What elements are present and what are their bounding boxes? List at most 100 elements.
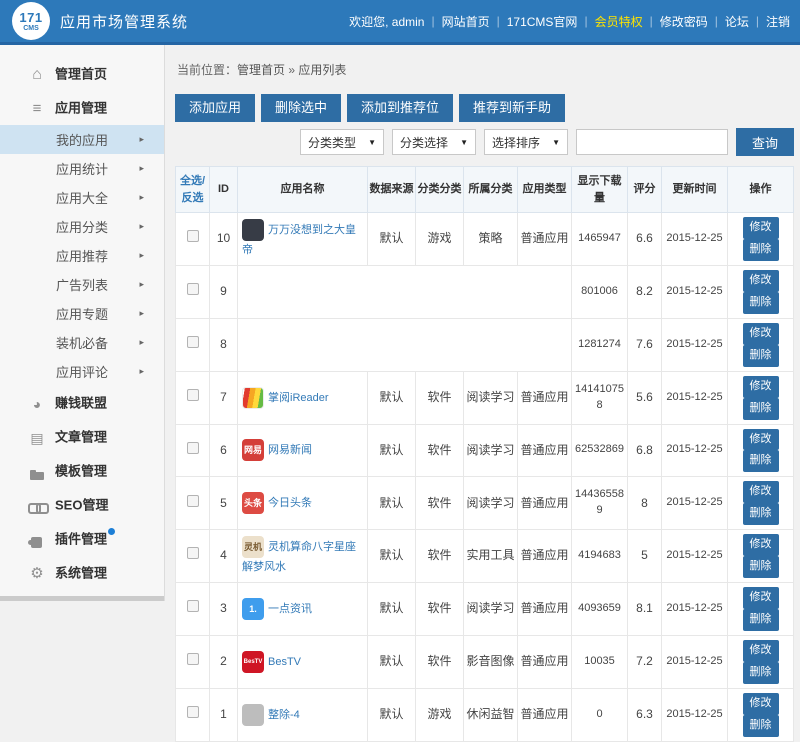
edit-button[interactable]: 修改 [742,640,779,662]
sidebar-item-admin-home[interactable]: ⌂ 管理首页 [0,57,164,91]
delete-button[interactable]: 删除 [742,344,779,367]
row-checkbox[interactable] [186,653,199,666]
row-checkbox[interactable] [186,335,199,348]
sidebar-item-app-statistics[interactable]: 应用统计 ▸ [0,154,164,183]
sidebar-item-ad-list[interactable]: 广告列表 ▸ [0,270,164,299]
app-name-link[interactable]: 掌阅iReader [268,392,329,404]
sidebar-item-money-alliance[interactable]: ◕ 赚钱联盟 [0,386,164,420]
cell-id: 9 [209,264,238,319]
cell-score: 8.1 [627,582,662,636]
sidebar-item-app-categories[interactable]: 应用分类 ▸ [0,212,164,241]
delete-button[interactable]: 删除 [742,714,779,737]
sidebar-item-plugin-management[interactable]: 插件管理 [0,522,164,556]
cell-cat-type: 软件 [415,635,464,689]
row-checkbox[interactable] [186,230,199,243]
row-checkbox[interactable] [186,600,199,613]
edit-button[interactable]: 修改 [742,428,779,451]
forum-link[interactable]: 论坛 [725,13,749,30]
cell-cat-type [415,264,464,319]
sidebar-item-label: 应用评论 [56,365,109,381]
sidebar-item-system-management[interactable]: ⚙ 系统管理 [0,556,164,590]
edit-button[interactable]: 修改 [742,322,779,345]
row-checkbox[interactable] [186,706,199,719]
edit-button[interactable]: 修改 [742,534,779,557]
change-password-link[interactable]: 修改密码 [660,13,708,30]
delete-button[interactable]: 删除 [742,450,779,473]
puzzle-icon [28,534,46,548]
row-checkbox[interactable] [186,494,199,507]
app-name-link[interactable]: 今日头条 [268,497,312,509]
sidebar-item-label: 赚钱联盟 [55,395,108,411]
edit-button[interactable]: 修改 [742,692,779,715]
cell-id: 8 [209,317,238,372]
logout-link[interactable]: 注销 [766,13,790,30]
cat-select[interactable]: 分类选择 ▼ [392,129,476,155]
separator: | [584,14,588,28]
cell-source: 默认 [367,370,416,425]
cell-app-type [517,264,572,319]
vip-privilege-link[interactable]: 会员特权 [595,13,643,30]
recommend-to-newbie-button[interactable]: 推荐到新手助 [459,94,566,122]
add-app-button[interactable]: 添加应用 [175,94,256,122]
cell-score: 6.3 [627,687,662,742]
sidebar-item-my-apps[interactable]: 我的应用 ▸ [0,125,164,154]
sidebar-item-app-comments[interactable]: 应用评论 ▸ [0,357,164,386]
cell-name: 灵机 灵机算命八字星座解梦风水 [237,529,368,584]
delete-button[interactable]: 删除 [742,661,779,684]
cell-name [237,264,368,319]
sidebar-item-template-management[interactable]: 模板管理 [0,454,164,488]
row-checkbox[interactable] [186,547,199,560]
cell-actions: 修改删除 [727,582,794,636]
site-home-link[interactable]: 网站首页 [442,13,490,30]
logo-text-171: 171 [19,9,43,25]
app-icon [242,386,264,409]
row-checkbox[interactable] [186,388,199,401]
sidebar-item-app-recommend[interactable]: 应用推荐 ▸ [0,241,164,270]
row-checkbox[interactable] [186,283,199,296]
sidebar-item-app-topics[interactable]: 应用专题 ▸ [0,299,164,328]
breadcrumb-home[interactable]: 管理首页 [237,63,285,77]
sidebar-item-app-complete[interactable]: 应用大全 ▸ [0,183,164,212]
delete-button[interactable]: 删除 [742,609,779,631]
sidebar-item-app-management[interactable]: ≡ 应用管理 [0,91,164,125]
cell-cat-type: 软件 [415,423,464,478]
delete-button[interactable]: 删除 [742,291,779,314]
app-name-link[interactable]: BesTV [268,656,301,668]
delete-button[interactable]: 删除 [742,238,779,261]
delete-button[interactable]: 删除 [742,556,779,579]
app-name-link[interactable]: 一点资讯 [268,603,312,615]
sort-select[interactable]: 选择排序 ▼ [484,129,568,155]
row-checkbox[interactable] [186,441,199,454]
cell-select [175,529,210,584]
app-name-link[interactable]: 整除-4 [268,709,300,721]
table-row: 9 801006 8.2 2015-12-25 修改删除 [175,264,794,319]
cell-updated: 2015-12-25 [661,370,728,425]
delete-button[interactable]: 删除 [742,397,779,420]
delete-button[interactable]: 删除 [742,503,779,526]
cell-id: 2 [209,635,238,689]
add-to-recommend-button[interactable]: 添加到推荐位 [347,94,454,122]
cell-score: 6.6 [627,212,662,266]
app-icon: 灵机 [242,536,264,559]
delete-selected-button[interactable]: 删除选中 [261,94,342,122]
edit-button[interactable]: 修改 [742,587,779,610]
cell-name: BesTV BesTV [237,635,368,689]
search-input[interactable] [576,129,728,155]
query-button[interactable]: 查询 [736,128,794,156]
header-select-all[interactable]: 全选/反选 [175,166,210,213]
sidebar-item-article-management[interactable]: ▤ 文章管理 [0,420,164,454]
table-row: 4 灵机 灵机算命八字星座解梦风水 默认 软件 实用工具 普通应用 4194683 5 2015-… [175,529,794,584]
edit-button[interactable]: 修改 [742,375,779,398]
edit-button[interactable]: 修改 [742,481,779,504]
sidebar-item-label: 模板管理 [55,463,108,479]
sidebar-item-essential-installs[interactable]: 装机必备 ▸ [0,328,164,357]
cell-app-type [517,317,572,372]
edit-button[interactable]: 修改 [742,269,779,292]
sidebar-item-seo-management[interactable]: SEO管理 [0,488,164,522]
cat-type-select[interactable]: 分类类型 ▼ [300,129,384,155]
cell-source: 默认 [367,423,416,478]
app-name-link[interactable]: 网易新闻 [268,445,312,457]
official-site-link[interactable]: 171CMS官网 [507,13,578,30]
edit-button[interactable]: 修改 [742,217,779,239]
cell-downloads: 10035 [571,635,628,689]
